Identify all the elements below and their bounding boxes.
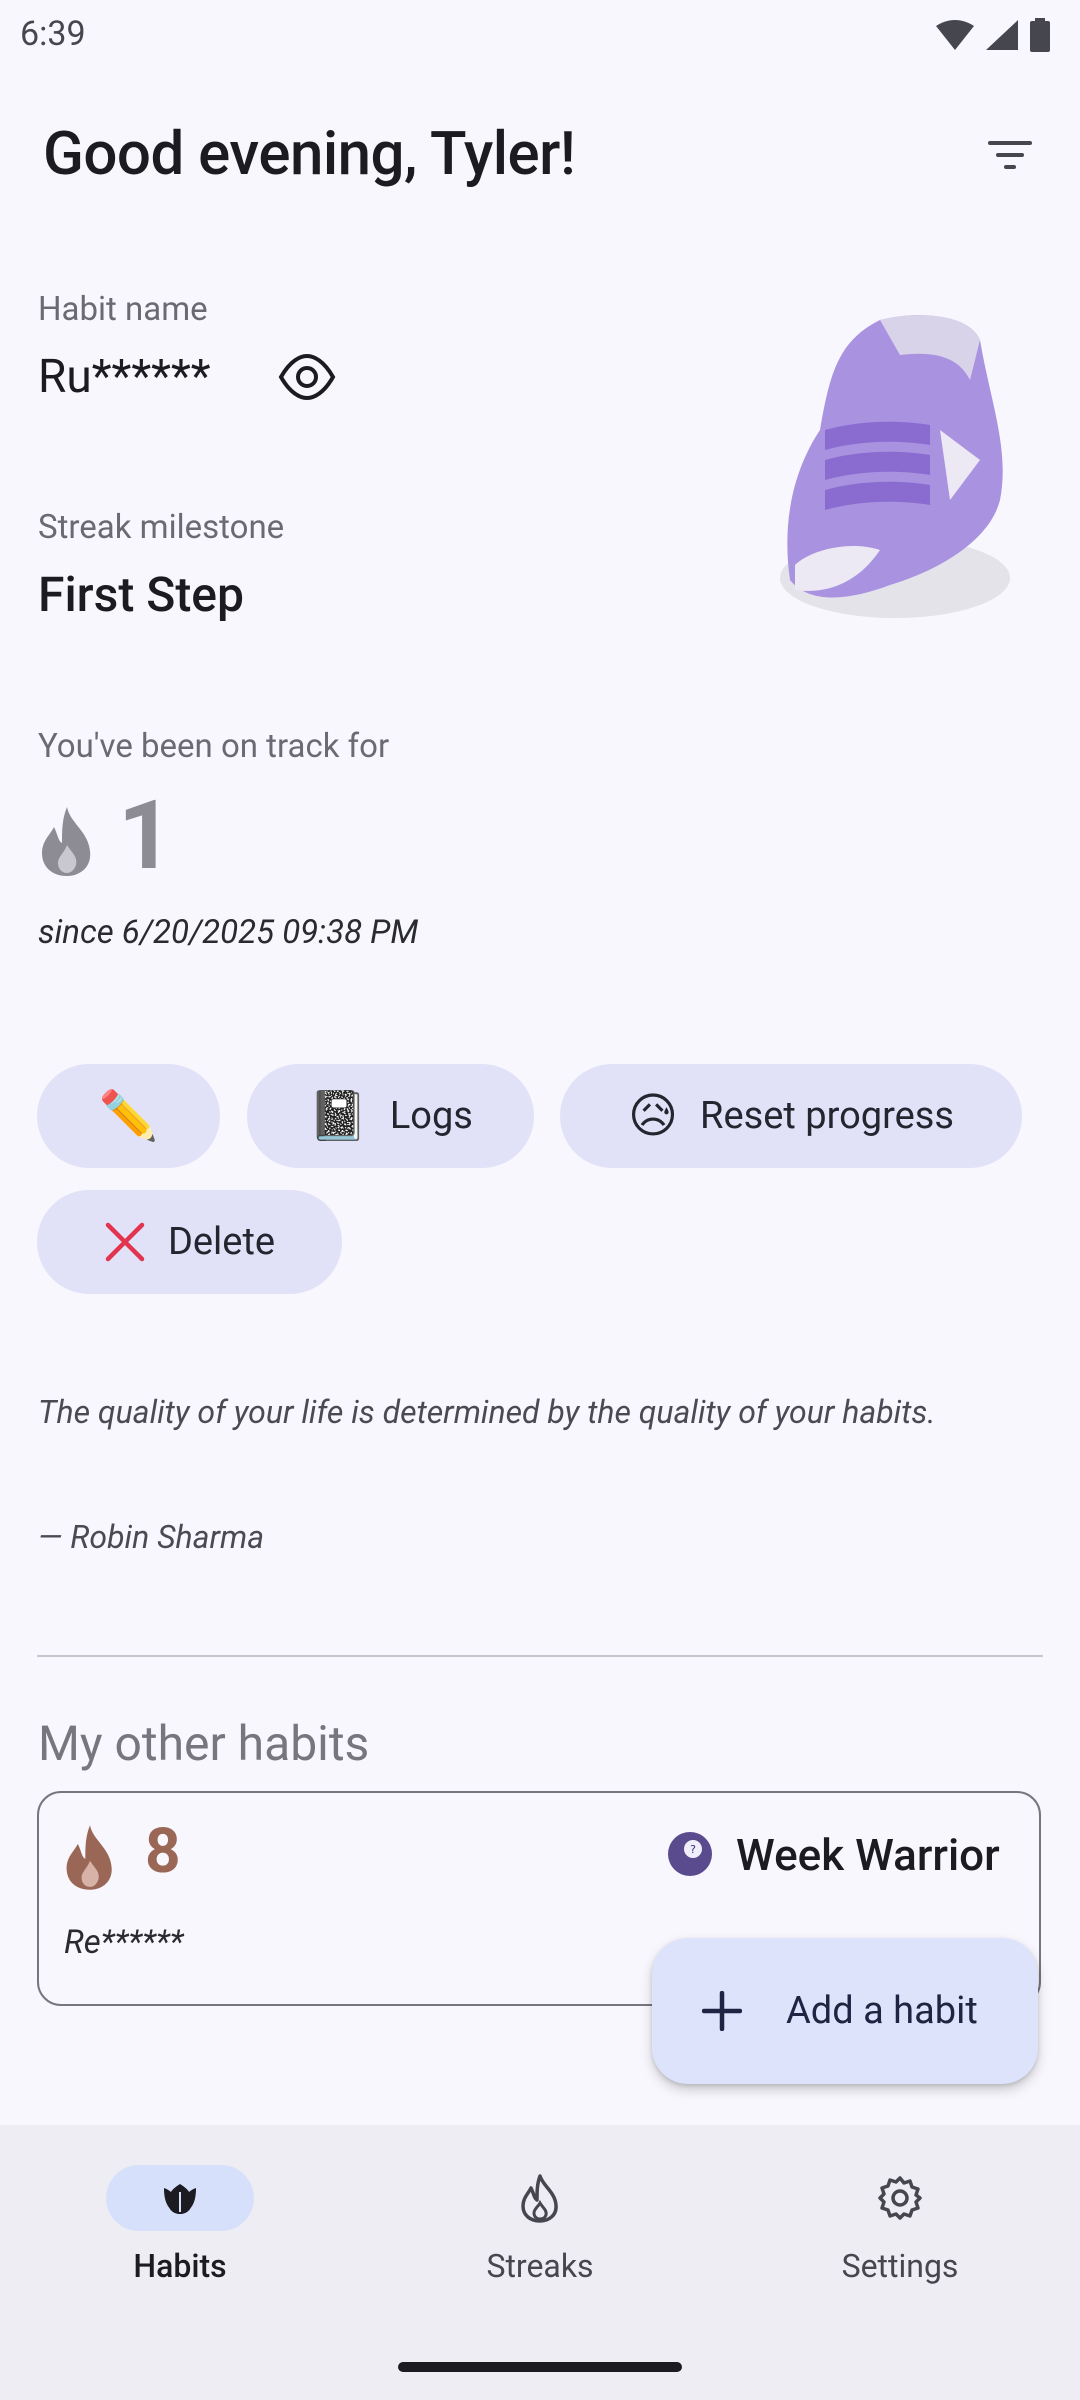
sad-face-icon: 😥	[628, 1087, 679, 1144]
flame-icon	[61, 1823, 119, 1895]
milestone-value: First Step	[38, 566, 244, 623]
nav-icon-container	[466, 2165, 614, 2231]
habit-name-value: Ru******	[38, 350, 211, 404]
quote-text: The quality of your life is determined b…	[38, 1393, 936, 1431]
eight-ball-icon: ?	[667, 1831, 713, 1877]
other-habit-name: Re******	[64, 1923, 184, 1962]
reset-progress-button[interactable]: 😥 Reset progress	[560, 1064, 1022, 1168]
delete-button[interactable]: Delete	[37, 1190, 342, 1294]
delete-label: Delete	[167, 1220, 276, 1264]
battery-icon	[1030, 18, 1050, 52]
edit-button[interactable]: ✏️	[37, 1064, 220, 1168]
logs-label: Logs	[389, 1094, 473, 1138]
add-habit-label: Add a habit	[786, 1989, 978, 2033]
nav-label-habits: Habits	[133, 2247, 227, 2285]
status-time: 6:39	[20, 14, 86, 54]
gesture-handle[interactable]	[398, 2362, 682, 2372]
cellular-icon	[986, 20, 1018, 50]
habit-name-label: Habit name	[38, 290, 208, 329]
quote-author: — Robin Sharma	[38, 1518, 265, 1556]
on-track-label: You've been on track for	[38, 727, 390, 766]
reveal-name-button[interactable]	[278, 352, 338, 402]
nav-item-settings[interactable]: Settings	[720, 2125, 1080, 2325]
reset-progress-label: Reset progress	[700, 1094, 954, 1138]
nav-icon-container	[826, 2165, 974, 2231]
plus-icon	[702, 1991, 742, 2031]
close-icon	[105, 1222, 145, 1262]
wifi-icon	[936, 20, 974, 50]
other-habit-streak: 8	[145, 1815, 181, 1888]
nav-label-settings: Settings	[841, 2247, 959, 2285]
filter-icon	[988, 141, 1032, 169]
greeting-title: Good evening, Tyler!	[43, 118, 576, 189]
svg-text:?: ?	[690, 1843, 696, 1856]
habits-icon	[164, 2184, 196, 2214]
other-habit-milestone: Week Warrior	[736, 1829, 1000, 1881]
logs-button[interactable]: 📓 Logs	[247, 1064, 534, 1168]
filter-button[interactable]	[980, 125, 1040, 185]
flame-icon	[521, 2174, 558, 2223]
milestone-sneaker-image	[770, 310, 1020, 630]
status-icons	[936, 18, 1050, 52]
pencil-icon: ✏️	[98, 1087, 159, 1144]
nav-active-indicator	[106, 2165, 254, 2231]
divider	[37, 1655, 1043, 1657]
flame-icon	[36, 805, 98, 881]
eye-icon	[278, 353, 336, 401]
other-habits-title: My other habits	[38, 1715, 370, 1772]
milestone-label: Streak milestone	[38, 508, 285, 547]
nav-item-streaks[interactable]: Streaks	[360, 2125, 720, 2325]
streak-count: 1	[118, 780, 174, 892]
bottom-navigation: Habits Streaks Settings	[0, 2125, 1080, 2400]
add-habit-button[interactable]: Add a habit	[652, 1938, 1038, 2084]
nav-label-streaks: Streaks	[486, 2247, 594, 2285]
gear-icon	[878, 2176, 922, 2220]
nav-item-habits[interactable]: Habits	[0, 2125, 360, 2325]
streak-since: since 6/20/2025 09:38 PM	[38, 913, 419, 952]
notebook-icon: 📓	[308, 1087, 368, 1144]
